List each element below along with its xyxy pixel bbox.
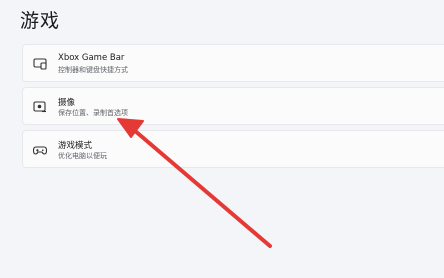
annotation-arrow <box>117 118 272 248</box>
